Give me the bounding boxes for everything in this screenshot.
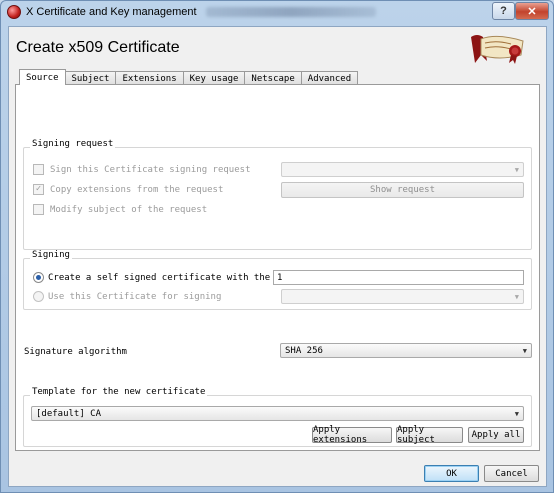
copy-extensions-checkbox[interactable]: ✓ [33,184,44,195]
signing-group: Signing Create a self signed certificate… [23,250,532,310]
modify-subject-label: Modify subject of the request [50,205,208,215]
sign-request-checkbox[interactable] [33,164,44,175]
blurred-taskbar-title [206,7,376,17]
chevron-down-icon: ▼ [522,347,527,355]
apply-extensions-button[interactable]: Apply extensions [312,425,392,445]
tab-bar: Source Subject Extensions Key usage Nets… [19,69,359,85]
modify-subject-checkbox[interactable] [33,204,44,215]
show-request-button[interactable]: Show request [281,182,524,198]
help-button[interactable]: ? [492,2,515,20]
apply-subject-button[interactable]: Apply subject [396,425,463,445]
ok-button[interactable]: OK [424,465,479,482]
source-tab-panel: Signing request Sign this Certificate si… [15,84,540,451]
template-group-label: Template for the new certificate [30,387,208,397]
template-select-value: [default] CA [36,408,102,419]
apply-all-button[interactable]: Apply all [468,427,524,443]
use-certificate-label: Use this Certificate for signing [48,292,222,302]
tab-key-usage[interactable]: Key usage [182,71,246,85]
window-title: X Certificate and Key management [26,6,197,18]
signature-algorithm-label: Signature algorithm [24,347,127,357]
xca-app-icon [7,5,21,19]
signing-request-group-label: Signing request [30,139,116,149]
signature-algorithm-select[interactable]: SHA 256 ▼ [280,343,532,358]
title-bar[interactable]: X Certificate and Key management ? ✕ [1,1,553,25]
signing-request-group: Signing request Sign this Certificate si… [23,139,532,250]
copy-extensions-label: Copy extensions from the request [50,185,224,195]
signing-request-select[interactable]: ▼ [281,162,524,177]
dialog-client-area: Create x509 Certificate Source Subject E… [8,26,547,487]
tab-advanced[interactable]: Advanced [300,71,359,85]
dialog-title: Create x509 Certificate [16,39,180,56]
tab-extensions[interactable]: Extensions [115,71,184,85]
tab-source[interactable]: Source [19,69,66,85]
signing-certificate-select[interactable]: ▼ [281,289,524,304]
template-select[interactable]: [default] CA ▼ [31,406,524,421]
main-window: X Certificate and Key management ? ✕ Cre… [0,0,554,493]
close-button[interactable]: ✕ [515,2,549,20]
chevron-down-icon: ▼ [514,293,519,301]
tab-netscape[interactable]: Netscape [244,71,302,85]
xca-logo-seal-icon [467,31,529,65]
sign-request-label: Sign this Certificate signing request [50,165,251,175]
chevron-down-icon: ▼ [514,410,519,418]
self-signed-label: Create a self signed certificate with th… [48,273,309,283]
self-signed-radio[interactable] [33,272,44,283]
signature-algorithm-value: SHA 256 [285,345,323,356]
template-group: Template for the new certificate [defaul… [23,387,532,447]
cancel-button[interactable]: Cancel [484,465,539,482]
signing-group-label: Signing [30,250,72,260]
chevron-down-icon: ▼ [514,166,519,174]
serial-input[interactable]: 1 [273,270,524,285]
use-certificate-radio[interactable] [33,291,44,302]
tab-subject[interactable]: Subject [64,71,117,85]
